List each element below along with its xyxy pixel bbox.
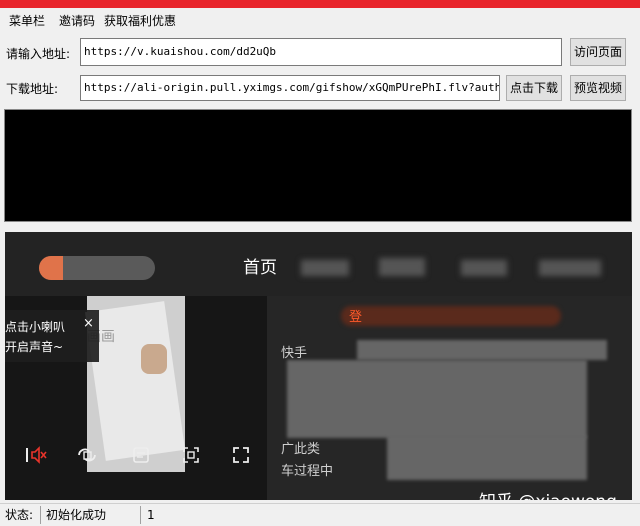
close-window-button[interactable] (612, 0, 634, 8)
nav-link-blurred[interactable] (301, 260, 349, 276)
video-player[interactable]: 画画 点击小喇叭 开启声音~ × (5, 296, 267, 500)
tooltip-line-1: 点击小喇叭 (5, 320, 66, 334)
description-line: 车过程中 (281, 464, 334, 479)
sound-tooltip: 点击小喇叭 开启声音~ × (5, 310, 99, 362)
zhihu-watermark: 知乎 @xiaowong (479, 487, 617, 500)
tooltip-line-2: 开启声音~ (5, 340, 64, 354)
menu-item-invite-code[interactable]: 邀请码 (59, 12, 95, 29)
minimize-button[interactable] (556, 0, 578, 8)
description-line: 快手 (281, 346, 308, 361)
login-banner[interactable] (341, 306, 561, 326)
site-logo[interactable] (39, 256, 155, 280)
pixelated-text (387, 436, 587, 480)
loop-icon[interactable] (75, 444, 99, 468)
nav-home-link[interactable]: 首页 (243, 253, 277, 278)
status-count: 1 (147, 508, 155, 522)
tooltip-close-icon[interactable]: × (83, 316, 94, 331)
fullscreen-icon[interactable] (229, 444, 253, 468)
maximize-button[interactable] (584, 0, 606, 8)
nav-link-blurred[interactable] (461, 260, 507, 276)
menu-bar: 菜单栏 邀请码 获取福利优惠 (0, 8, 640, 32)
download-button[interactable]: 点击下载 (506, 75, 562, 101)
login-text[interactable]: 登 (349, 306, 362, 325)
pixelated-text (357, 340, 607, 360)
download-url-label: 下载地址: (6, 82, 59, 96)
embedded-webview[interactable]: 首页 画画 点击小喇叭 开启声音~ × 登 快手 广此类 车过程中 (5, 232, 632, 500)
url-input[interactable]: https://v.kuaishou.com/dd2uQb (80, 38, 562, 66)
status-bar: 状态: 初始化成功 1 (0, 503, 640, 526)
mute-speaker-icon[interactable] (25, 444, 49, 468)
picture-in-picture-icon[interactable] (179, 444, 203, 468)
status-text: 初始化成功 (46, 508, 107, 522)
title-bar (0, 0, 640, 8)
visit-page-button[interactable]: 访问页面 (570, 38, 626, 66)
nav-link-blurred[interactable] (379, 258, 425, 276)
menu-item-benefits[interactable]: 获取福利优惠 (104, 12, 176, 29)
nav-link-blurred[interactable] (539, 260, 601, 276)
log-panel (4, 109, 632, 222)
menu-item-menu[interactable]: 菜单栏 (9, 12, 45, 29)
subtitle-icon[interactable] (129, 444, 153, 468)
download-url-input[interactable]: https://ali-origin.pull.yximgs.com/gifsh… (80, 75, 500, 101)
preview-video-button[interactable]: 预览视频 (570, 75, 626, 101)
status-label: 状态: (5, 508, 34, 522)
description-line: 广此类 (281, 442, 321, 457)
web-header: 首页 (5, 232, 632, 296)
url-label: 请输入地址: (6, 47, 71, 61)
video-info-panel: 登 快手 广此类 车过程中 (267, 296, 632, 500)
pixelated-text (287, 360, 587, 438)
